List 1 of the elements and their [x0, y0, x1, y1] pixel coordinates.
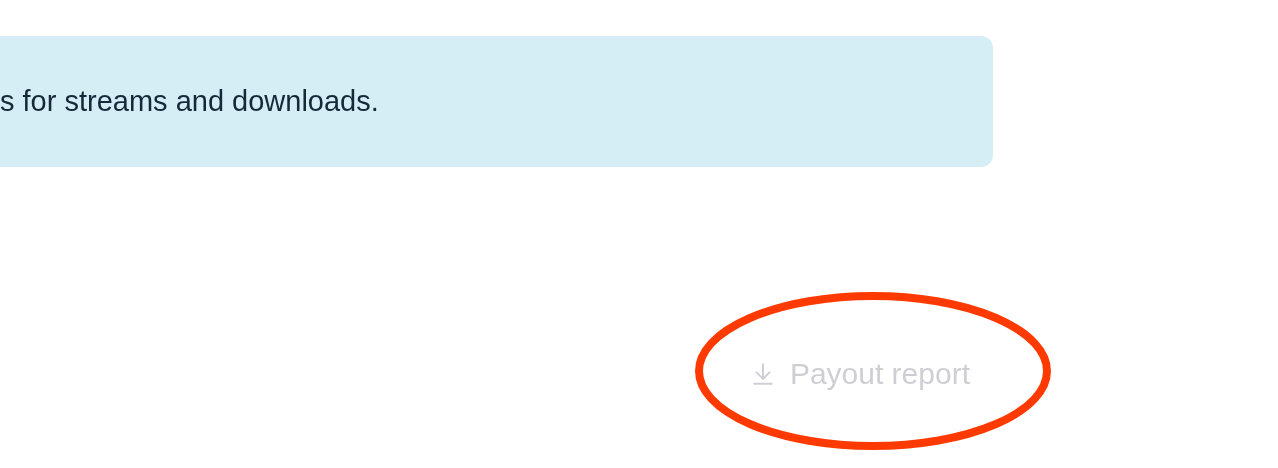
banner-text: s for streams and downloads.: [0, 85, 379, 118]
